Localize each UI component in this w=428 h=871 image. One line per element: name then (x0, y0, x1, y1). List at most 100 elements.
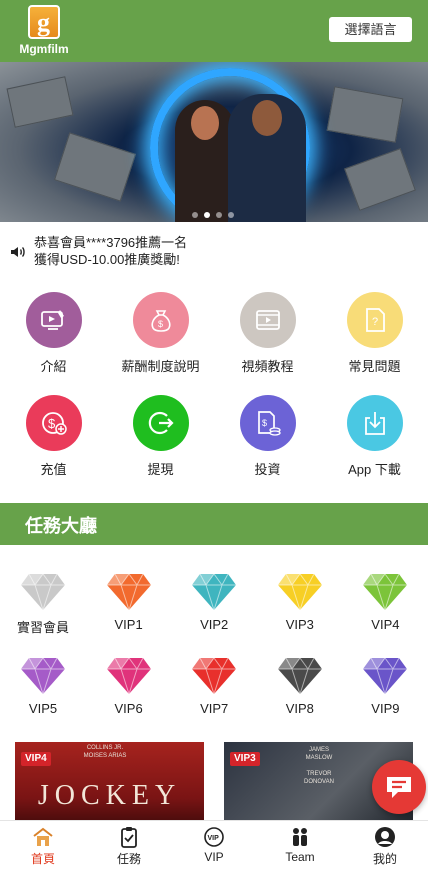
vip-level-label: 實習會員 (16, 620, 69, 635)
svg-text:$: $ (158, 319, 163, 329)
menu-invest-circle: $ (239, 395, 296, 451)
money-bag-icon: $ (150, 310, 171, 332)
diamond-icon (277, 657, 322, 696)
diamond-icon (277, 573, 322, 612)
vip-level-label: VIP7 (200, 701, 229, 716)
home-icon (33, 827, 53, 846)
app-header: g Mgmfilm 選擇語言 (0, 0, 428, 62)
logo-badge: g (28, 5, 60, 39)
vip-level-item[interactable]: 實習會員 (0, 572, 86, 636)
banner-rock (6, 76, 74, 128)
vip-level-item[interactable]: VIP7 (171, 656, 257, 716)
nav-team[interactable]: Team (257, 821, 343, 871)
carousel-dot[interactable] (228, 212, 234, 218)
menu-faq-circle: ? (346, 292, 403, 348)
menu-compensation-circle: $ (132, 292, 189, 348)
menu-label: 視頻教程 (241, 359, 294, 374)
announcement-bar: 恭喜會員****3796推薦一名 獲得USD-10.00推廣獎勵! (10, 234, 420, 270)
svg-text:VIP: VIP (208, 835, 220, 842)
carousel-dot[interactable] (192, 212, 198, 218)
carousel-indicator (192, 205, 240, 222)
svg-text:?: ? (372, 316, 378, 328)
banner-rock (326, 86, 404, 143)
chat-button[interactable] (372, 760, 426, 814)
task-hall-title: 任務大廳 (25, 516, 97, 536)
menu-label: 介紹 (40, 359, 67, 374)
menu-item-invest[interactable]: $ 投資 (214, 395, 321, 478)
menu-label: 充值 (40, 462, 67, 477)
vip-tag: VIP3 (230, 752, 260, 766)
menu-intro-circle (25, 292, 82, 348)
menu-item-app-download[interactable]: App 下載 (321, 395, 428, 478)
vip-level-item[interactable]: VIP9 (342, 656, 428, 716)
mgmfilm-logo[interactable]: g Mgmfilm (12, 5, 76, 59)
speaker-icon (11, 247, 25, 257)
diamond-icon (21, 573, 65, 612)
nav-profile[interactable]: 我的 (342, 821, 428, 871)
vip-level-label: VIP2 (200, 617, 229, 632)
vip-level-label: VIP6 (114, 701, 143, 716)
invest-doc-icon: $ (257, 411, 281, 436)
menu-video-tutorial-circle (239, 292, 296, 348)
diamond-icon (192, 573, 237, 612)
promo-banner[interactable] (0, 62, 428, 222)
announcement-text: 恭喜會員****3796推薦一名 獲得USD-10.00推廣獎勵! (34, 234, 187, 268)
nav-label: 任務 (116, 852, 141, 866)
select-language-button[interactable]: 選擇語言 (329, 17, 412, 42)
vip-level-item[interactable]: VIP8 (257, 656, 343, 716)
menu-withdraw-circle (132, 395, 189, 451)
movie-credits: JAMES MASLOW TREVOR DONOVAN (304, 747, 334, 785)
svg-text:$: $ (262, 418, 267, 428)
nav-home[interactable]: 首頁 (0, 821, 86, 871)
menu-item-compensation[interactable]: $ 薪酬制度說明 (107, 292, 214, 375)
banner-actress (175, 100, 235, 222)
movie-card[interactable]: VIP4 COLLINS JR. MOISES ARIAS JOCKEY (15, 742, 204, 822)
vip-level-item[interactable]: VIP4 (342, 572, 428, 632)
menu-label: 常見問題 (348, 359, 401, 374)
vip-level-item[interactable]: VIP3 (257, 572, 343, 632)
nav-label: 我的 (372, 852, 397, 866)
menu-label: 投資 (254, 462, 281, 477)
withdraw-icon (148, 411, 174, 435)
vip-level-item[interactable]: VIP5 (0, 656, 86, 716)
menu-item-withdraw[interactable]: 提現 (107, 395, 214, 478)
banner-rock (344, 148, 416, 211)
vip-level-item[interactable]: VIP6 (86, 656, 172, 716)
vip-level-item[interactable]: VIP1 (86, 572, 172, 632)
nav-label: VIP (204, 850, 224, 864)
movie-credits: COLLINS JR. MOISES ARIAS (83, 745, 127, 759)
download-icon (364, 412, 385, 435)
logo-glyph: g (37, 8, 50, 37)
vip-badge-icon: VIP (204, 827, 224, 847)
vip-tag: VIP4 (21, 752, 51, 766)
menu-recharge-circle: $ (25, 395, 82, 451)
vip-level-label: VIP4 (371, 617, 400, 632)
banner-actor (228, 94, 306, 222)
menu-item-intro[interactable]: 介紹 (0, 292, 107, 375)
nav-label: Team (285, 850, 315, 864)
menu-item-video-tutorial[interactable]: 視頻教程 (214, 292, 321, 375)
announcement-line-2: 獲得USD-10.00推廣獎勵! (34, 252, 180, 267)
vip-level-label: VIP9 (371, 701, 400, 716)
announcement-line-1: 恭喜會員****3796推薦一名 (34, 235, 188, 250)
logo-text: Mgmfilm (19, 42, 69, 56)
profile-icon (375, 827, 395, 847)
bottom-navigation: 首頁 任務 VIP VIP Team 我的 (0, 820, 428, 871)
chat-bubble-icon (387, 777, 411, 798)
vip-level-item[interactable]: VIP2 (171, 572, 257, 632)
carousel-dot[interactable] (204, 212, 210, 218)
movie-title: JOCKEY (37, 780, 182, 811)
menu-app-download-circle (346, 395, 403, 451)
vip-level-label: VIP1 (114, 617, 143, 632)
nav-vip[interactable]: VIP VIP (171, 821, 257, 871)
carousel-dot[interactable] (216, 212, 222, 218)
diamond-icon (192, 657, 237, 696)
nav-tasks[interactable]: 任務 (86, 821, 172, 871)
menu-label: 提現 (147, 462, 174, 477)
menu-item-recharge[interactable]: $ 充值 (0, 395, 107, 478)
vip-level-label: VIP3 (285, 617, 314, 632)
diamond-icon (106, 573, 151, 612)
recharge-icon: $ (41, 412, 67, 435)
menu-item-faq[interactable]: ? 常見問題 (321, 292, 428, 375)
menu-label: App 下載 (348, 462, 401, 477)
